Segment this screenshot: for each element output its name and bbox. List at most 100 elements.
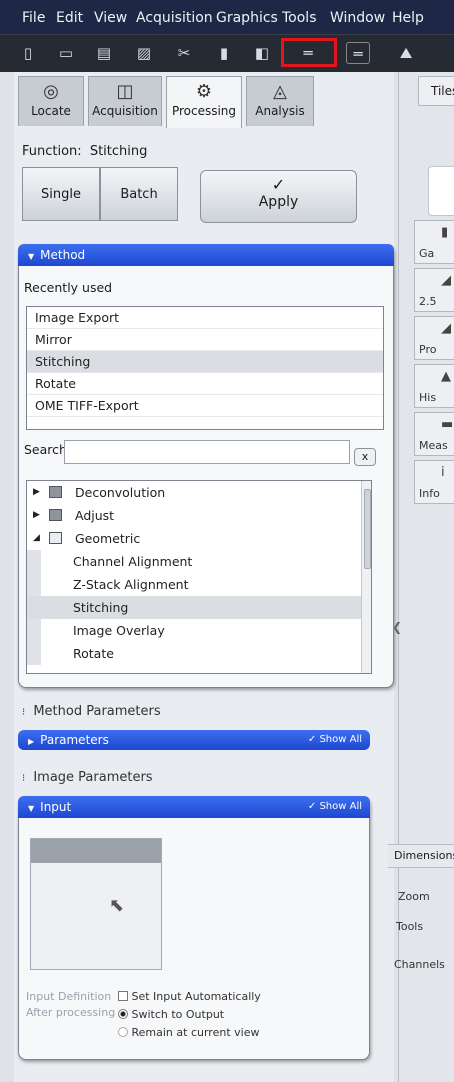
save-icon[interactable]: ▤ xyxy=(92,42,116,64)
menu-acquisition[interactable]: Acquisition xyxy=(136,10,213,26)
side-tab-label: Meas xyxy=(419,439,448,452)
list-item[interactable]: Rotate xyxy=(27,373,383,395)
side-tab-profile[interactable]: ◢ Pro xyxy=(414,316,454,360)
function-label: Function: Stitching xyxy=(22,144,147,159)
menu-file[interactable]: File xyxy=(22,10,45,26)
menu-view[interactable]: View xyxy=(94,10,127,26)
parameters-header[interactable]: ▶ Parameters ✓ Show All xyxy=(18,730,370,750)
info-icon: i xyxy=(441,465,445,480)
input-image-thumbnail[interactable]: ⬉ xyxy=(30,838,162,970)
input-header-label: Input xyxy=(40,800,72,814)
show-all-toggle[interactable]: ✓ Show All xyxy=(308,796,362,818)
zoom-label: Zoom xyxy=(398,890,430,903)
tree-item-label: Stitching xyxy=(73,600,129,615)
method-header-label: Method xyxy=(40,248,86,262)
side-tab-info[interactable]: i Info xyxy=(414,460,454,504)
tab-analysis[interactable]: ◬ Analysis xyxy=(246,76,314,126)
list-item[interactable]: Stitching xyxy=(27,351,383,373)
function-label-text: Function: xyxy=(22,144,82,159)
side-tab-blank[interactable] xyxy=(428,166,454,216)
save-as-icon[interactable]: ▨ xyxy=(132,42,156,64)
collapse-icon[interactable]: ◢ xyxy=(33,527,40,550)
tree-item-stitching[interactable]: Stitching xyxy=(27,596,371,619)
image-parameters-section[interactable]: ⁝ Image Parameters xyxy=(22,770,153,785)
show-all-toggle[interactable]: ✓ Show All xyxy=(308,730,362,750)
tree-item-z-stack-alignment[interactable]: Z-Stack Alignment xyxy=(27,573,371,596)
thumbnail-header xyxy=(31,839,161,863)
checkbox-label: Set Input Automatically xyxy=(131,990,261,1003)
menu-tools[interactable]: Tools xyxy=(282,10,317,26)
tree-item-geometric[interactable]: ◢ Geometric xyxy=(27,527,371,550)
radio-label: Switch to Output xyxy=(131,1008,225,1021)
input-header[interactable]: ▼ Input ✓ Show All xyxy=(18,796,370,818)
ruler-alt-icon[interactable]: ═ xyxy=(346,42,370,64)
apply-label: Apply xyxy=(258,194,299,210)
tree-item-deconvolution[interactable]: ▶ Deconvolution xyxy=(27,481,371,504)
side-tab-label: Info xyxy=(419,487,440,500)
tab-label: Analysis xyxy=(255,104,305,118)
scroll-thumb[interactable] xyxy=(364,489,371,569)
set-input-automatically-checkbox[interactable]: Set Input Automatically xyxy=(118,990,261,1003)
expand-icon[interactable]: ▶ xyxy=(33,504,40,527)
dimensions-tab[interactable]: Dimensions xyxy=(388,844,454,868)
side-tab-gallery[interactable]: ▮ Ga xyxy=(414,220,454,264)
menu-edit[interactable]: Edit xyxy=(56,10,83,26)
method-parameters-section[interactable]: ⁝ Method Parameters xyxy=(22,704,161,719)
camera-icon: ◫ xyxy=(116,81,134,102)
menu-graphics[interactable]: Graphics xyxy=(216,10,278,26)
input-definition-label: Input Definition xyxy=(26,990,112,1003)
method-header[interactable]: ▼ Method xyxy=(18,244,394,266)
tab-acquisition[interactable]: ◫ Acquisition xyxy=(88,76,162,126)
menu-help[interactable]: Help xyxy=(392,10,424,26)
remain-at-current-view-radio[interactable]: Remain at current view xyxy=(118,1026,259,1039)
tab-tiles[interactable]: Tiles xyxy=(418,76,454,106)
list-item[interactable]: Mirror xyxy=(27,329,383,351)
cursor-icon: ⬉ xyxy=(109,895,125,916)
gear-icon: ⚙ xyxy=(195,81,213,102)
tab-locate[interactable]: ◎ Locate xyxy=(18,76,84,126)
tree-item-label: Rotate xyxy=(73,646,114,661)
collapse-panel-icon[interactable]: ❮ xyxy=(392,620,402,660)
list-item[interactable]: OME TIFF-Export xyxy=(27,395,383,417)
side-tab-label: Pro xyxy=(419,343,437,356)
radio-label: Remain at current view xyxy=(131,1026,260,1039)
close-icon[interactable]: ✂ xyxy=(172,42,196,64)
image-icon[interactable]: ⛰ xyxy=(394,42,418,64)
tree-item-adjust[interactable]: ▶ Adjust xyxy=(27,504,371,527)
side-tab-histogram[interactable]: ▲ His xyxy=(414,364,454,408)
microscope-icon: ◎ xyxy=(43,81,59,102)
tree-scrollbar[interactable] xyxy=(361,481,371,673)
drag-handle-icon: ⁝ xyxy=(22,707,26,718)
batch-button[interactable]: Batch xyxy=(100,167,178,221)
single-button[interactable]: Single xyxy=(22,167,100,221)
search-input[interactable] xyxy=(64,440,350,464)
side-tab-2-5d[interactable]: ◢ 2.5 xyxy=(414,268,454,312)
tree-item-channel-alignment[interactable]: Channel Alignment xyxy=(27,550,371,573)
recently-used-label: Recently used xyxy=(24,280,113,295)
expand-icon[interactable]: ▶ xyxy=(33,481,40,504)
tree-item-label: Image Overlay xyxy=(73,623,165,638)
tab-processing[interactable]: ⚙ Processing xyxy=(166,76,242,128)
tools-label: Tools xyxy=(396,920,424,933)
show-all-label: Show All xyxy=(319,801,362,812)
tree-item-label: Channel Alignment xyxy=(73,554,193,569)
side-tab-measure[interactable]: ▬ Meas xyxy=(414,412,454,456)
list-item[interactable]: Image Export xyxy=(27,307,383,329)
menu-bar: File Edit View Acquisition Graphics Tool… xyxy=(0,0,454,34)
switch-to-output-radio[interactable]: Switch to Output xyxy=(118,1008,224,1021)
clear-search-button[interactable]: x xyxy=(354,448,376,466)
tree-item-rotate[interactable]: Rotate xyxy=(27,642,371,665)
menu-window[interactable]: Window xyxy=(330,10,385,26)
check-icon: ✓ xyxy=(271,175,286,194)
copy-icon[interactable]: ▮ xyxy=(212,42,236,64)
new-icon[interactable]: ▯ xyxy=(16,42,40,64)
folder-icon xyxy=(49,532,62,544)
collapse-icon: ▼ xyxy=(28,804,35,813)
open-icon[interactable]: ▭ xyxy=(54,42,78,64)
paste-icon[interactable]: ◧ xyxy=(250,42,274,64)
tab-label: Processing xyxy=(171,104,237,118)
expand-icon: ▶ xyxy=(28,737,35,746)
image-parameters-label: Image Parameters xyxy=(33,770,153,785)
tree-item-image-overlay[interactable]: Image Overlay xyxy=(27,619,371,642)
apply-button[interactable]: ✓ Apply xyxy=(200,170,357,223)
